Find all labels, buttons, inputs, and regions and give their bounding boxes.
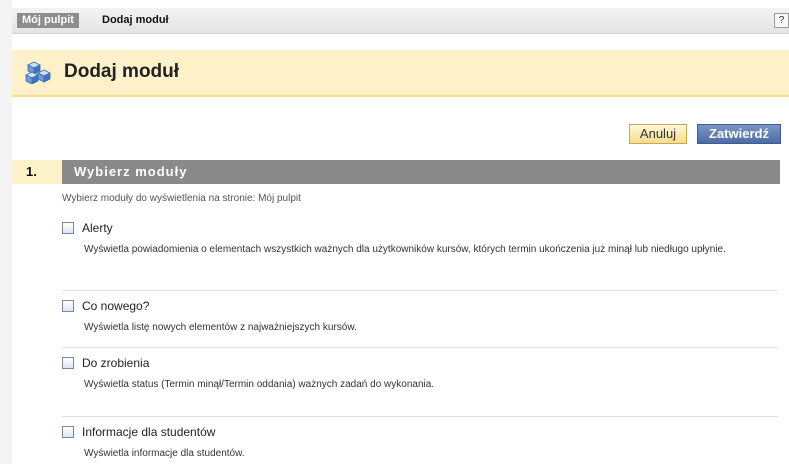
module-item: Alerty Wyświetla powiadomienia o element…	[62, 219, 778, 256]
divider	[62, 347, 778, 348]
module-name[interactable]: Do zrobienia	[82, 356, 149, 370]
cubes-icon	[25, 61, 51, 84]
module-description: Wyświetla listę nowych elementów z najwa…	[84, 322, 357, 333]
module-checkbox[interactable]	[62, 357, 74, 369]
page-header: Dodaj moduł	[12, 50, 789, 97]
section-title: Wybierz moduły	[74, 164, 188, 179]
breadcrumb-current: Dodaj moduł	[102, 14, 169, 26]
page-background	[0, 0, 12, 464]
module-checkbox[interactable]	[62, 300, 74, 312]
section-header: 1. Wybierz moduły	[12, 160, 780, 184]
module-name[interactable]: Co nowego?	[82, 299, 149, 313]
module-checkbox[interactable]	[62, 222, 74, 234]
section-instruction: Wybierz moduły do wyświetlenia na stroni…	[62, 193, 301, 204]
module-name[interactable]: Informacje dla studentów	[82, 425, 215, 439]
breadcrumb: Mój pulpit Dodaj moduł ?	[12, 8, 789, 34]
submit-button[interactable]: Zatwierdź	[697, 124, 781, 144]
divider	[62, 416, 778, 417]
divider	[62, 290, 778, 291]
module-item: Do zrobienia Wyświetla status (Termin mi…	[62, 354, 778, 391]
module-name[interactable]: Alerty	[82, 221, 113, 235]
help-button[interactable]: ?	[774, 13, 789, 28]
cancel-button[interactable]: Anuluj	[629, 124, 687, 144]
module-item: Co nowego? Wyświetla listę nowych elemen…	[62, 297, 778, 334]
module-description: Wyświetla status (Termin minął/Termin od…	[84, 379, 435, 390]
module-description: Wyświetla informacje dla studentów.	[84, 448, 245, 459]
page-title: Dodaj moduł	[64, 61, 180, 82]
section-number: 1.	[12, 160, 62, 184]
module-item: Informacje dla studentów Wyświetla infor…	[62, 423, 778, 460]
breadcrumb-home-link[interactable]: Mój pulpit	[17, 13, 79, 28]
module-checkbox[interactable]	[62, 426, 74, 438]
module-description: Wyświetla powiadomienia o elementach wsz…	[84, 244, 726, 255]
